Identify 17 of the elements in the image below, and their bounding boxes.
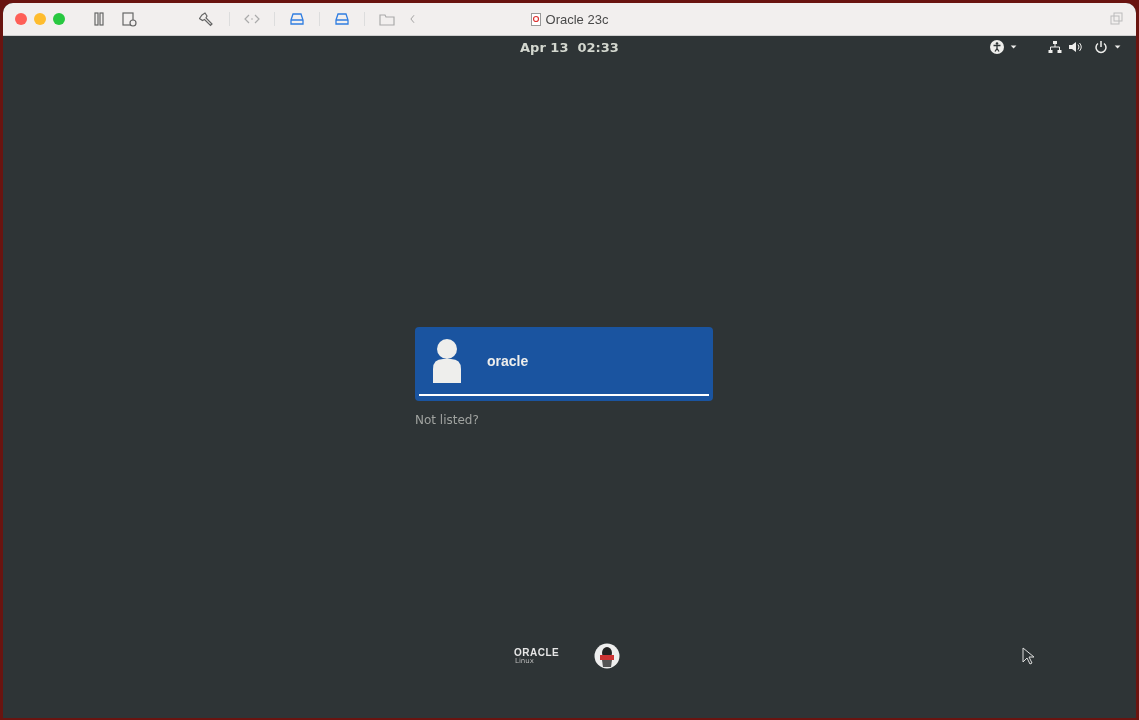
network-icon[interactable] [1048, 40, 1062, 54]
logo-text: ORACLE [514, 647, 560, 658]
user-button[interactable]: oracle [415, 327, 713, 401]
power-icon[interactable] [1094, 40, 1108, 54]
not-listed-link[interactable]: Not listed? [415, 413, 479, 427]
pause-icon[interactable] [91, 11, 107, 27]
window-title: Oracle 23c [545, 12, 609, 27]
penguin-icon [594, 643, 621, 669]
volume-icon[interactable] [1068, 40, 1082, 54]
snapshot-icon[interactable] [121, 11, 137, 27]
document-icon [530, 13, 541, 26]
clock-text[interactable]: Apr 13 02:33 [520, 39, 619, 55]
mouse-cursor-icon [1022, 647, 1034, 665]
close-button[interactable] [15, 13, 27, 25]
accessibility-icon[interactable] [990, 40, 1004, 54]
zoom-button[interactable] [53, 13, 65, 25]
wrench-icon[interactable] [199, 11, 215, 27]
